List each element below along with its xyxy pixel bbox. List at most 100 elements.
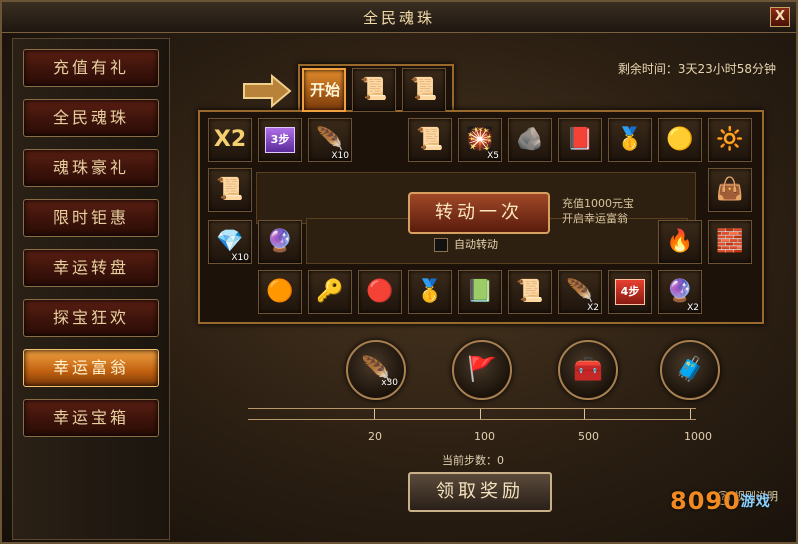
progress-tick-label: 100 <box>474 430 495 443</box>
progress-tick <box>584 409 585 419</box>
board-cell: 3步 <box>258 118 302 162</box>
sidebar-item[interactable]: 全民魂珠 <box>23 99 159 137</box>
game-window: 全民魂珠 X 充值有礼 全民魂珠 魂珠豪礼 限时钜惠 幸运转盘 探宝狂欢 幸运富翁 幸运宝箱 … <box>0 0 798 544</box>
logo-brand: 8090 <box>670 487 741 515</box>
board-cell: 🟡 <box>658 118 702 162</box>
board-cell: 💎 X10 <box>208 220 252 264</box>
sidebar-item[interactable]: 魂珠豪礼 <box>23 149 159 187</box>
scroll-blue-icon: 📜 <box>416 127 444 152</box>
progress-tick-label: 20 <box>368 430 382 443</box>
reward-orb[interactable]: 🪶 x30 <box>346 340 406 400</box>
reward-quantity: x30 <box>381 378 398 388</box>
start-cell[interactable]: 开始 <box>302 68 346 112</box>
progress-tick-label: 1000 <box>684 430 712 443</box>
item-quantity: X10 <box>231 253 249 263</box>
spin-hint-line2: 开启幸运富翁 <box>562 212 628 225</box>
sidebar-item[interactable]: 充值有礼 <box>23 49 159 87</box>
board-cell: 👜 <box>708 168 752 212</box>
main-panel: 剩余时间：3天23小时58分钟 开始 📜 📜 X2 3步 🪶 X10 📜 🎇 X5 🪨 📕 🥇 🟡 🔆 📜 👜… <box>170 42 786 526</box>
reward-orb[interactable]: 🧰 <box>558 340 618 400</box>
board-cell: X2 <box>208 118 252 162</box>
sidebar-item[interactable]: 限时钜惠 <box>23 199 159 237</box>
gold-bar-icon: 🧱 <box>716 229 744 254</box>
board-cell: 🥇 <box>408 270 452 314</box>
board-cell: 🪨 <box>508 118 552 162</box>
gold-ball-icon: 🔆 <box>716 127 744 152</box>
sidebar: 充值有礼全民魂珠魂珠豪礼限时钜惠幸运转盘探宝狂欢幸运富翁幸运宝箱 <box>12 38 170 540</box>
board-cell: 📜 <box>402 68 446 112</box>
spin-hint: 充值1000元宝 开启幸运富翁 <box>562 196 634 226</box>
board-cell: 🔮 <box>258 220 302 264</box>
scroll-icon: 📜 <box>360 77 388 102</box>
progress-tick <box>480 409 481 419</box>
sidebar-item[interactable]: 幸运宝箱 <box>23 399 159 437</box>
multiplier-label: X2 <box>213 127 247 152</box>
board-cell: 🪶 X10 <box>308 118 352 162</box>
board-cell: 📜 <box>408 118 452 162</box>
ore-icon: 🪨 <box>516 127 544 152</box>
gold-chest-icon: 🧳 <box>675 355 705 383</box>
green-book-icon: 📗 <box>466 279 494 304</box>
step-arrow-label: 3步 <box>265 127 295 153</box>
board-cell: 📜 <box>208 168 252 212</box>
auto-spin-checkbox[interactable] <box>434 238 448 252</box>
item-quantity: X5 <box>487 151 499 161</box>
board-cell: 📜 <box>352 68 396 112</box>
treasure-chest-icon: 🧰 <box>573 355 603 383</box>
progress-tick <box>374 409 375 419</box>
board-cell: 🔑 <box>308 270 352 314</box>
board-cell: 🔮 X2 <box>658 270 702 314</box>
board-cell: 📜 <box>508 270 552 314</box>
red-scroll-icon: 📕 <box>566 127 594 152</box>
window-title: 全民魂珠 <box>362 9 435 27</box>
claim-reward-button[interactable]: 领取奖励 <box>408 472 552 512</box>
progress-track <box>248 408 696 420</box>
red-seal-icon: 🔴 <box>366 279 394 304</box>
auto-spin-toggle[interactable]: 自动转动 <box>434 236 498 252</box>
board-cell: 📕 <box>558 118 602 162</box>
reward-orb[interactable]: 🚩 <box>452 340 512 400</box>
board-cell: 4步 <box>608 270 652 314</box>
auto-spin-label: 自动转动 <box>454 238 498 251</box>
brand-logo: 8090游戏 <box>670 486 771 515</box>
board-cell: 🥇 <box>608 118 652 162</box>
board-cell: 🔥 <box>658 220 702 264</box>
pink-crystal-icon: 🔮 <box>266 229 294 254</box>
blue-feather-icon: 🪶 <box>361 355 391 383</box>
spin-once-button[interactable]: 转动一次 <box>408 192 550 234</box>
board-cell: 🟠 <box>258 270 302 314</box>
spin-hint-line1: 充值1000元宝 <box>562 197 634 210</box>
start-pointer-arrow-icon <box>243 74 292 108</box>
board-cell: 🪶 X2 <box>558 270 602 314</box>
purple-scroll-icon: 📜 <box>516 279 544 304</box>
bronze-ball-icon: 🟠 <box>266 279 294 304</box>
step-arrow-label: 4步 <box>615 279 645 305</box>
board-cell: 📗 <box>458 270 502 314</box>
board-cell: 🔆 <box>708 118 752 162</box>
start-label: 开始 <box>309 81 340 99</box>
title-bar: 全民魂珠 X <box>2 2 796 33</box>
board-cell: 🎇 X5 <box>458 118 502 162</box>
sidebar-item[interactable]: 幸运富翁 <box>23 349 159 387</box>
gold-scroll-icon: 📜 <box>216 177 244 202</box>
close-button[interactable]: X <box>770 7 790 27</box>
progress-tick <box>690 409 691 419</box>
board-cell: 🔴 <box>358 270 402 314</box>
gold-key-icon: 🔑 <box>316 279 344 304</box>
item-quantity: X10 <box>331 151 349 161</box>
item-quantity: X2 <box>587 303 599 313</box>
fire-orb-icon: 🔥 <box>666 229 694 254</box>
red-flag-icon: 🚩 <box>467 355 497 383</box>
scroll-gold-icon: 📜 <box>410 77 438 102</box>
treasure-bag-icon: 👜 <box>716 177 744 202</box>
reward-orb[interactable]: 🧳 <box>660 340 720 400</box>
board-cell: 🧱 <box>708 220 752 264</box>
sidebar-item[interactable]: 幸运转盘 <box>23 249 159 287</box>
logo-suffix: 游戏 <box>740 494 771 510</box>
item-quantity: X2 <box>687 303 699 313</box>
gold-ingot-icon: 🥇 <box>416 279 444 304</box>
progress-tick-label: 500 <box>578 430 599 443</box>
sidebar-item[interactable]: 探宝狂欢 <box>23 299 159 337</box>
remaining-time: 剩余时间：3天23小时58分钟 <box>617 62 776 76</box>
gold-ingot-icon: 🥇 <box>616 127 644 152</box>
